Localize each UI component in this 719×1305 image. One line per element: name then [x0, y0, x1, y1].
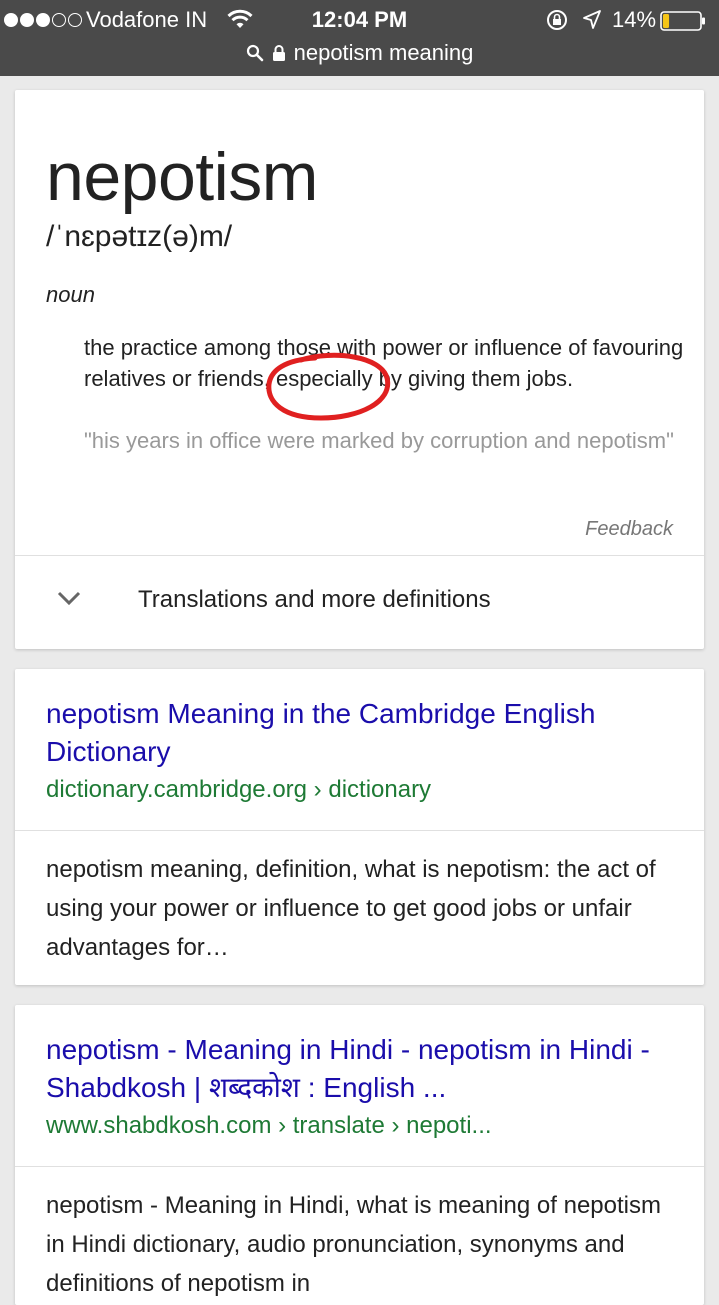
result-url[interactable]: www.shabdkosh.com › translate › nepoti..…: [46, 1112, 492, 1140]
red-circle-annotation: [266, 352, 391, 421]
more-definitions-label: Translations and more definitions: [138, 586, 491, 613]
divider: [15, 1166, 704, 1167]
status-bar: Vodafone IN 12:04 PM 14%: [0, 0, 719, 40]
search-result: nepotism Meaning in the Cambridge Englis…: [15, 669, 704, 985]
browser-top-bar: Vodafone IN 12:04 PM 14% nepotism meanin…: [0, 0, 719, 76]
dictionary-word: nepotism: [46, 139, 318, 215]
result-title-link[interactable]: nepotism - Meaning in Hindi - nepotism i…: [46, 1031, 676, 1107]
divider: [15, 830, 704, 831]
example-sentence: "his years in office were marked by corr…: [84, 428, 674, 453]
url-query: nepotism meaning: [293, 40, 474, 65]
phonetic-spelling: /ˈnɛpətɪz(ə)m/: [46, 220, 233, 253]
part-of-speech: noun: [46, 282, 95, 307]
feedback-link[interactable]: Feedback: [585, 518, 673, 541]
search-result: nepotism - Meaning in Hindi - nepotism i…: [15, 1005, 704, 1305]
more-definitions-toggle[interactable]: Translations and more definitions: [15, 556, 704, 649]
dictionary-card: nepotism /ˈnɛpətɪz(ə)m/ noun the practic…: [15, 90, 704, 649]
battery-icon: [660, 11, 705, 31]
result-snippet: nepotism - Meaning in Hindi, what is mea…: [46, 1192, 661, 1297]
result-title-link[interactable]: nepotism Meaning in the Cambridge Englis…: [46, 695, 676, 771]
battery-percentage: 14%: [612, 7, 657, 32]
rotation-lock-icon: [547, 10, 567, 30]
result-url[interactable]: dictionary.cambridge.org › dictionary: [46, 776, 431, 804]
location-arrow-icon: [583, 10, 601, 29]
search-icon: [246, 44, 263, 62]
chevron-down-icon: [57, 591, 81, 606]
url-bar[interactable]: nepotism meaning: [0, 38, 719, 70]
lock-icon: [272, 45, 285, 61]
result-snippet: nepotism meaning, definition, what is ne…: [46, 856, 656, 961]
